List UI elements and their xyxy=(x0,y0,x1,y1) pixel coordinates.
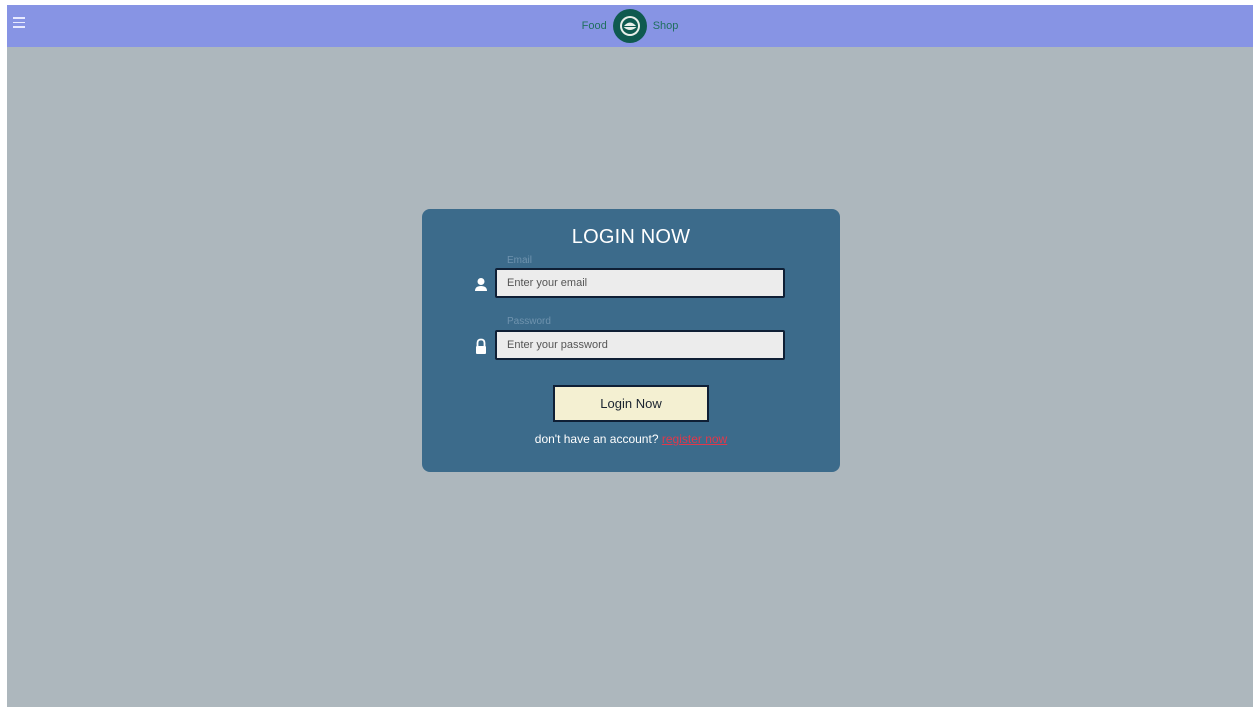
register-line: don't have an account? register now xyxy=(422,432,840,446)
register-prompt: don't have an account? xyxy=(534,432,659,446)
login-button[interactable]: Login Now xyxy=(553,385,709,422)
user-icon xyxy=(474,277,488,293)
password-input[interactable] xyxy=(495,330,785,360)
page-background: Food Shop LOGIN NOW Email Pa xyxy=(7,5,1253,707)
brand-text-food: Food xyxy=(581,20,607,32)
register-link[interactable]: register now xyxy=(662,432,727,446)
hamburger-menu-icon[interactable] xyxy=(13,17,25,31)
email-label: Email xyxy=(507,255,533,266)
brand[interactable]: Food Shop xyxy=(7,5,1253,47)
food-bowl-logo-icon xyxy=(612,9,647,43)
top-navbar: Food Shop xyxy=(7,5,1253,47)
lock-icon xyxy=(474,338,488,354)
login-title: LOGIN NOW xyxy=(571,226,691,248)
email-input[interactable] xyxy=(495,268,785,298)
password-label: Password xyxy=(507,316,551,327)
login-card: LOGIN NOW Email Password Login Now don't… xyxy=(422,209,840,472)
brand-text-shop: Shop xyxy=(652,20,679,32)
